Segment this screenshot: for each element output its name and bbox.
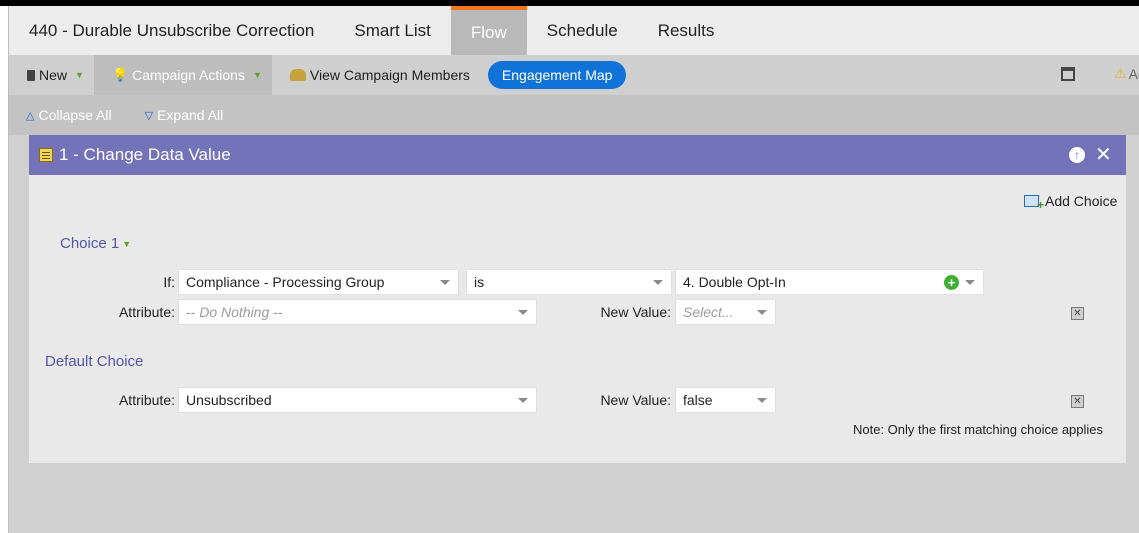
view-campaign-members-button[interactable]: View Campaign Members: [272, 55, 480, 95]
step-notepad-icon: [39, 148, 53, 162]
campaign-actions-menu-button[interactable]: 💡 Campaign Actions ▼: [93, 55, 272, 95]
tab-schedule[interactable]: Schedule: [527, 6, 638, 55]
choice-attribute-select[interactable]: -- Do Nothing --: [178, 299, 537, 325]
add-choice-icon: [1024, 195, 1044, 212]
collapse-all-button[interactable]: △ Collapse All: [9, 107, 128, 123]
toolbar: New ▼ 💡 Campaign Actions ▼ View Campaign…: [9, 55, 1139, 95]
chevron-down-icon: [653, 280, 663, 285]
tab-results[interactable]: Results: [638, 6, 735, 55]
default-new-value-text: false: [683, 392, 713, 408]
condition-field-value: Compliance - Processing Group: [186, 274, 385, 290]
delete-default-choice-icon[interactable]: ✕: [1071, 395, 1084, 408]
alert-label: Ac: [1128, 65, 1139, 82]
condition-operator-value: is: [474, 274, 485, 290]
chevron-down-icon: [440, 280, 450, 285]
window-icon[interactable]: [1061, 67, 1075, 81]
choice-attribute-label: Attribute:: [118, 304, 175, 320]
choice-attribute-placeholder: -- Do Nothing --: [186, 304, 283, 320]
dropdown-triangle-icon: ▼: [75, 70, 84, 80]
choice-new-value-select[interactable]: Select...: [675, 299, 776, 325]
flow-step-header[interactable]: 1 - Change Data Value ↑ ✕: [29, 135, 1126, 175]
default-attribute-label: Attribute:: [118, 392, 175, 408]
close-icon[interactable]: ✕: [1095, 145, 1112, 165]
flow-subbar: △ Collapse All ▽ Expand All: [9, 95, 1139, 135]
dropdown-triangle-icon: ▼: [122, 238, 132, 249]
lightbulb-icon: 💡: [111, 67, 129, 82]
choice-1-text: Choice 1: [60, 235, 120, 252]
expand-all-label: Expand All: [157, 107, 224, 123]
dropdown-triangle-icon: ▼: [252, 70, 262, 80]
campaign-tab-bar: 440 - Durable Unsubscribe Correction Sma…: [9, 6, 1139, 55]
new-doc-icon: [27, 69, 35, 81]
condition-field-select[interactable]: Compliance - Processing Group: [178, 269, 459, 295]
left-gutter: [0, 6, 9, 533]
campaign-title: 440 - Durable Unsubscribe Correction: [29, 20, 315, 40]
chevron-down-icon: [757, 398, 767, 403]
view-campaign-members-label: View Campaign Members: [309, 67, 470, 83]
members-icon: [289, 69, 306, 81]
tab-flow[interactable]: Flow: [450, 6, 527, 55]
flow-step-panel: 1 - Change Data Value ↑ ✕ Add Choice Cho…: [29, 135, 1126, 463]
new-menu-button[interactable]: New ▼: [9, 55, 94, 95]
default-attribute-value: Unsubscribed: [186, 392, 272, 408]
flow-step-title: 1 - Change Data Value: [59, 145, 231, 164]
move-up-icon[interactable]: ↑: [1069, 147, 1085, 163]
add-value-icon[interactable]: +: [944, 275, 959, 290]
condition-value-select[interactable]: 4. Double Opt-In +: [675, 269, 984, 295]
campaign-actions-label: Campaign Actions: [132, 67, 245, 83]
expand-arrow-icon: ▽: [144, 109, 154, 122]
chevron-down-icon: [965, 280, 975, 285]
add-choice-label: Add Choice: [1045, 193, 1118, 209]
condition-value-text: 4. Double Opt-In: [683, 274, 786, 290]
chevron-down-icon: [757, 310, 767, 315]
if-label: If:: [163, 274, 175, 290]
choice-new-value-placeholder: Select...: [683, 304, 734, 320]
choice-1-label[interactable]: Choice 1 ▼: [60, 235, 131, 252]
warning-icon: ⚠: [1114, 65, 1127, 81]
engagement-map-button[interactable]: Engagement Map: [487, 61, 627, 89]
chevron-down-icon: [518, 310, 528, 315]
chevron-down-icon: [518, 398, 528, 403]
default-choice-label: Default Choice: [45, 353, 144, 370]
tab-smart-list[interactable]: Smart List: [334, 6, 451, 55]
alert-button[interactable]: ⚠ Ac: [1114, 65, 1139, 82]
default-attribute-select[interactable]: Unsubscribed: [178, 387, 537, 413]
new-menu-label: New: [39, 67, 68, 83]
delete-choice-icon[interactable]: ✕: [1071, 307, 1084, 320]
matching-choice-note: Note: Only the first matching choice app…: [853, 422, 1104, 437]
default-new-value-select[interactable]: false: [675, 387, 776, 413]
default-new-value-label: New Value:: [600, 392, 671, 408]
collapse-arrow-icon: △: [26, 109, 35, 122]
add-choice-button[interactable]: Add Choice: [1024, 193, 1118, 212]
expand-all-button[interactable]: ▽ Expand All: [128, 107, 240, 123]
collapse-all-label: Collapse All: [38, 107, 112, 123]
condition-operator-select[interactable]: is: [466, 269, 672, 295]
choice-new-value-label: New Value:: [600, 304, 671, 320]
